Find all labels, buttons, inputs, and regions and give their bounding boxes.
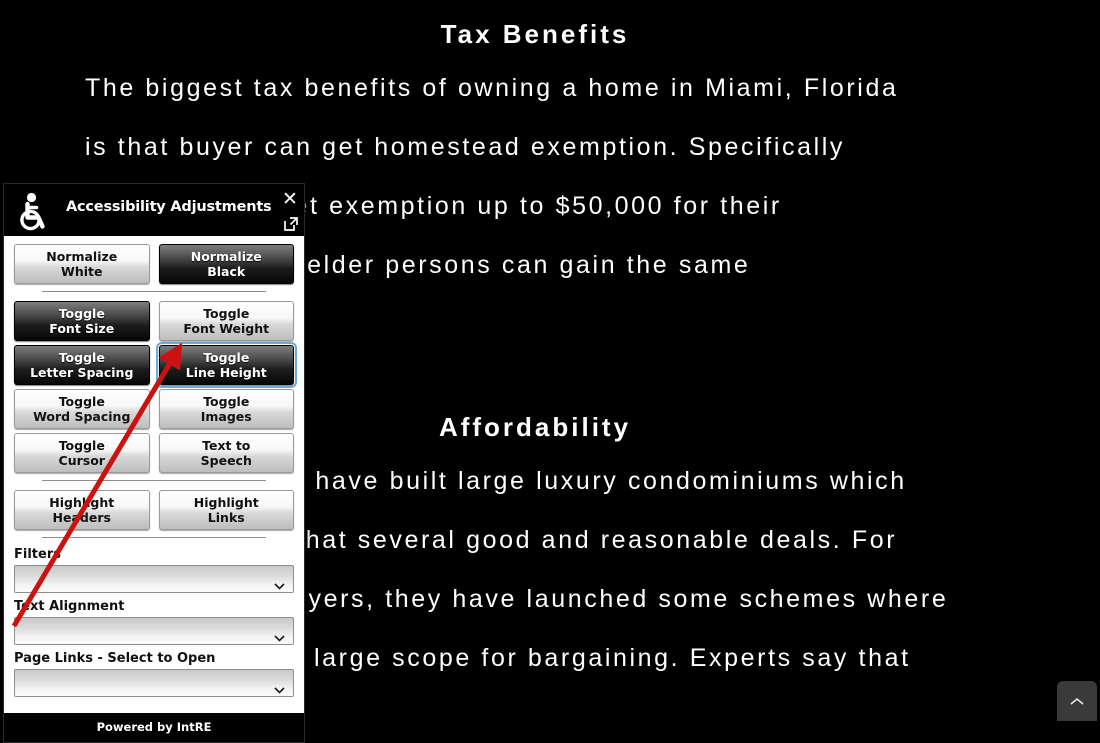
page-links-select[interactable]	[14, 669, 294, 697]
button-label-line2: Headers	[52, 510, 111, 525]
chevron-up-icon	[1069, 696, 1085, 707]
widget-title: Accessibility Adjustments	[66, 199, 272, 215]
button-label-line1: Toggle	[58, 306, 105, 321]
button-label-line2: Word Spacing	[33, 409, 131, 424]
normalize-white-button[interactable]: Normalize White	[14, 244, 150, 284]
button-row: Toggle Font Size Toggle Font Weight	[14, 301, 294, 341]
button-label-line2: Links	[207, 510, 245, 525]
button-label-line2: Black	[207, 264, 246, 279]
widget-header: Accessibility Adjustments ✕	[4, 184, 304, 236]
text-line: The biggest tax benefits of owning a hom…	[85, 74, 899, 102]
filters-label: Filters	[14, 547, 61, 562]
wheelchair-accessibility-icon	[14, 190, 56, 232]
button-label-line1: Normalize	[46, 249, 118, 264]
button-label-line2: Cursor	[58, 453, 105, 468]
button-label-line1: Toggle	[58, 438, 105, 453]
button-label-line2: Line Height	[185, 365, 267, 380]
toggle-images-button[interactable]: Toggle Images	[158, 389, 294, 429]
button-label-line2: Font Weight	[183, 321, 270, 336]
normalize-black-button[interactable]: Normalize Black	[158, 244, 294, 284]
widget-footer-credit: Powered by IntRE	[4, 713, 304, 742]
button-label-line2: Letter Spacing	[30, 365, 134, 380]
button-label-line2: Images	[200, 409, 252, 424]
toggle-line-height-button[interactable]: Toggle Line Height	[155, 342, 297, 388]
button-label-line1: Toggle	[203, 394, 250, 409]
filters-select[interactable]	[14, 565, 294, 593]
chevron-down-icon	[274, 627, 285, 642]
button-row: Toggle Word Spacing Toggle Images	[14, 389, 294, 429]
button-label-line1: Normalize	[190, 249, 262, 264]
divider	[42, 480, 266, 482]
page-links-label: Page Links - Select to Open	[14, 651, 216, 666]
button-row: Highlight Headers Highlight Links	[14, 490, 294, 530]
button-label-line2: White	[61, 264, 103, 279]
toggle-font-size-button[interactable]: Toggle Font Size	[14, 301, 150, 341]
button-label-line1: Text to	[202, 438, 251, 453]
button-label-line1: Toggle	[58, 350, 105, 365]
external-link-icon[interactable]	[282, 215, 300, 233]
button-row: Toggle Letter Spacing Toggle Line Height	[14, 342, 297, 388]
button-label-line1: Toggle	[203, 306, 250, 321]
toggle-letter-spacing-button[interactable]: Toggle Letter Spacing	[14, 345, 150, 385]
section-heading: Tax Benefits	[440, 19, 630, 49]
toggle-cursor-button[interactable]: Toggle Cursor	[14, 433, 150, 473]
button-label-line2: Font Size	[49, 321, 115, 336]
accessibility-adjustments-panel[interactable]: Accessibility Adjustments ✕ Normalize Wh…	[3, 183, 305, 743]
button-label-line1: Highlight	[49, 495, 115, 510]
close-icon[interactable]: ✕	[279, 188, 301, 210]
chevron-down-icon	[274, 679, 285, 694]
scroll-to-top-button[interactable]	[1057, 681, 1097, 721]
text-alignment-label: Text Alignment	[14, 599, 125, 614]
article-section-tax-benefits: Tax Benefits	[0, 18, 1070, 51]
button-label-line1: Highlight	[193, 495, 259, 510]
button-label-line1: Toggle	[203, 350, 250, 365]
text-to-speech-button[interactable]: Text to Speech	[158, 433, 294, 473]
chevron-down-icon	[274, 575, 285, 590]
button-row: Normalize White Normalize Black	[14, 244, 294, 284]
divider	[42, 291, 266, 293]
widget-body: Normalize White Normalize Black Toggle F…	[4, 236, 304, 713]
button-row: Toggle Cursor Text to Speech	[14, 433, 294, 473]
divider	[42, 537, 266, 539]
text-alignment-select[interactable]	[14, 617, 294, 645]
button-label-line2: Speech	[200, 453, 252, 468]
button-label-line1: Toggle	[58, 394, 105, 409]
highlight-links-button[interactable]: Highlight Links	[158, 490, 294, 530]
highlight-headers-button[interactable]: Highlight Headers	[14, 490, 150, 530]
toggle-word-spacing-button[interactable]: Toggle Word Spacing	[14, 389, 150, 429]
toggle-font-weight-button[interactable]: Toggle Font Weight	[158, 301, 294, 341]
